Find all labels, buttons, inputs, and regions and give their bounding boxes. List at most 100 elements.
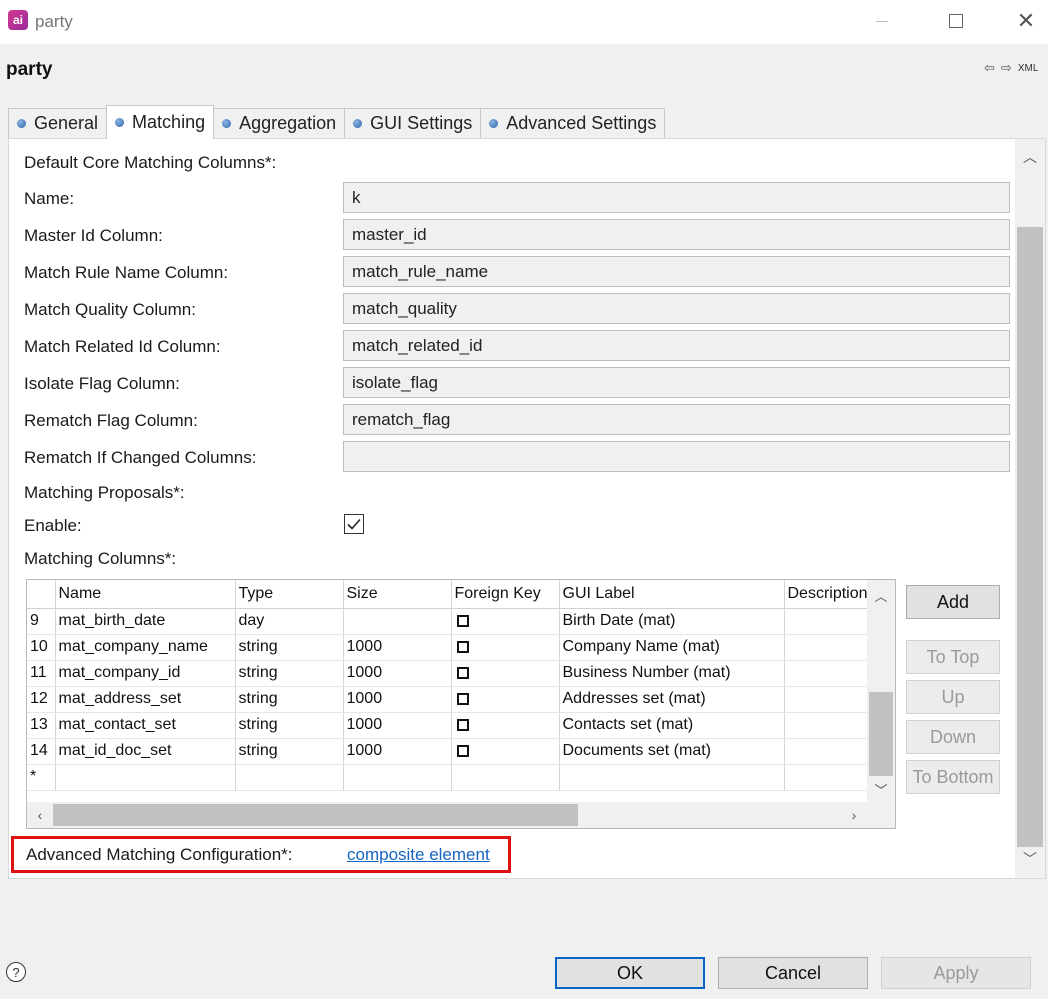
- foreign-key-checkbox[interactable]: [456, 744, 469, 757]
- maximize-button[interactable]: [936, 8, 976, 34]
- panel-vscroll-thumb[interactable]: [1017, 227, 1043, 847]
- cell-foreign-key[interactable]: [451, 764, 560, 791]
- rematch-flag-label: Rematch Flag Column:: [24, 411, 198, 430]
- cell-type[interactable]: string: [235, 712, 344, 739]
- cell-type[interactable]: day: [235, 608, 344, 635]
- cell-gui-label[interactable]: Business Number (mat): [559, 660, 785, 687]
- isolate-flag-field[interactable]: isolate_flag: [343, 367, 1010, 398]
- cell-gui-label[interactable]: Contacts set (mat): [559, 712, 785, 739]
- chevron-up-icon[interactable]: ︿: [1015, 142, 1045, 172]
- match-quality-field[interactable]: match_quality: [343, 293, 1010, 324]
- cell-size[interactable]: 1000: [343, 686, 452, 713]
- table-vertical-scrollbar[interactable]: ︿ ﹀: [867, 580, 895, 802]
- table-hscroll-thumb[interactable]: [53, 804, 578, 826]
- table-row[interactable]: 11 mat_company_id string 1000 Business N…: [27, 660, 895, 687]
- tab-aggregation[interactable]: Aggregation: [213, 108, 346, 138]
- panel-vertical-scrollbar[interactable]: ︿ ﹀: [1015, 139, 1045, 878]
- table-row[interactable]: 10 mat_company_name string 1000 Company …: [27, 634, 895, 661]
- new-row[interactable]: *: [27, 764, 895, 791]
- enable-checkbox[interactable]: [344, 514, 364, 534]
- chevron-down-icon[interactable]: ﹀: [1015, 844, 1045, 874]
- cell-gui-label[interactable]: Birth Date (mat): [559, 608, 785, 635]
- cell-type[interactable]: [235, 764, 344, 791]
- rematch-flag-field[interactable]: rematch_flag: [343, 404, 1010, 435]
- cell-foreign-key[interactable]: [451, 634, 560, 661]
- arrow-left-icon[interactable]: ⇦: [984, 60, 995, 76]
- cell-type[interactable]: string: [235, 634, 344, 661]
- table-row[interactable]: 12 mat_address_set string 1000 Addresses…: [27, 686, 895, 713]
- apply-button[interactable]: Apply: [881, 957, 1031, 989]
- cell-name[interactable]: mat_company_name: [55, 634, 236, 661]
- match-related-id-field[interactable]: match_related_id: [343, 330, 1010, 361]
- add-button[interactable]: Add: [906, 585, 1000, 619]
- composite-element-link[interactable]: composite element: [347, 845, 490, 865]
- cell-gui-label[interactable]: Documents set (mat): [559, 738, 785, 765]
- tab-advanced-settings[interactable]: Advanced Settings: [480, 108, 666, 138]
- chevron-down-icon[interactable]: ﹀: [867, 776, 895, 802]
- rematch-if-changed-label: Rematch If Changed Columns:: [24, 448, 257, 467]
- cell-size[interactable]: 1000: [343, 634, 452, 661]
- table-horizontal-scrollbar[interactable]: ‹ ›: [27, 802, 895, 828]
- cell-size[interactable]: [343, 608, 452, 635]
- cell-gui-label[interactable]: Company Name (mat): [559, 634, 785, 661]
- cell-size[interactable]: 1000: [343, 712, 452, 739]
- foreign-key-checkbox[interactable]: [456, 666, 469, 679]
- foreign-key-checkbox[interactable]: [456, 614, 469, 627]
- xml-view-button[interactable]: XML: [1018, 63, 1039, 74]
- cell-size[interactable]: 1000: [343, 660, 452, 687]
- table-row[interactable]: 13 mat_contact_set string 1000 Contacts …: [27, 712, 895, 739]
- col-header-name[interactable]: Name: [55, 580, 236, 609]
- table-row[interactable]: 9 mat_birth_date day Birth Date (mat): [27, 608, 895, 635]
- minimize-button[interactable]: [862, 8, 902, 34]
- up-button[interactable]: Up: [906, 680, 1000, 714]
- cell-name[interactable]: mat_contact_set: [55, 712, 236, 739]
- cell-name[interactable]: mat_birth_date: [55, 608, 236, 635]
- cell-size[interactable]: 1000: [343, 738, 452, 765]
- cell-gui-label[interactable]: Addresses set (mat): [559, 686, 785, 713]
- chevron-left-icon[interactable]: ‹: [27, 802, 53, 828]
- col-header-type[interactable]: Type: [235, 580, 344, 609]
- cell-foreign-key[interactable]: [451, 686, 560, 713]
- cell-name[interactable]: [55, 764, 236, 791]
- arrow-right-icon[interactable]: ⇨: [1001, 60, 1012, 76]
- cell-gui-label[interactable]: [559, 764, 785, 791]
- cell-type[interactable]: string: [235, 660, 344, 687]
- ok-button[interactable]: OK: [555, 957, 705, 989]
- rematch-if-changed-field[interactable]: [343, 441, 1010, 472]
- tab-dot-icon: [353, 119, 363, 128]
- cell-size[interactable]: [343, 764, 452, 791]
- tab-matching[interactable]: Matching: [106, 105, 215, 139]
- cell-foreign-key[interactable]: [451, 738, 560, 765]
- tab-general[interactable]: General: [8, 108, 108, 138]
- close-button[interactable]: ✕: [1006, 8, 1046, 34]
- chevron-up-icon[interactable]: ︿: [867, 582, 895, 608]
- cell-foreign-key[interactable]: [451, 712, 560, 739]
- cell-name[interactable]: mat_address_set: [55, 686, 236, 713]
- cell-type[interactable]: string: [235, 738, 344, 765]
- master-id-field[interactable]: master_id: [343, 219, 1010, 250]
- chevron-right-icon[interactable]: ›: [841, 802, 867, 828]
- table-row[interactable]: 14 mat_id_doc_set string 1000 Documents …: [27, 738, 895, 765]
- advanced-matching-label: Advanced Matching Configuration*:: [26, 845, 293, 864]
- to-bottom-button[interactable]: To Bottom: [906, 760, 1000, 794]
- cell-foreign-key[interactable]: [451, 608, 560, 635]
- cell-type[interactable]: string: [235, 686, 344, 713]
- col-header-size[interactable]: Size: [343, 580, 452, 609]
- table-vscroll-thumb[interactable]: [869, 692, 893, 776]
- cell-name[interactable]: mat_id_doc_set: [55, 738, 236, 765]
- cell-foreign-key[interactable]: [451, 660, 560, 687]
- tab-gui-settings[interactable]: GUI Settings: [344, 108, 482, 138]
- foreign-key-checkbox[interactable]: [456, 640, 469, 653]
- match-rule-name-field[interactable]: match_rule_name: [343, 256, 1010, 287]
- name-field[interactable]: k: [343, 182, 1010, 213]
- col-header-foreign-key[interactable]: Foreign Key: [451, 580, 560, 609]
- cell-name[interactable]: mat_company_id: [55, 660, 236, 687]
- col-header-index[interactable]: [27, 580, 56, 609]
- foreign-key-checkbox[interactable]: [456, 692, 469, 705]
- down-button[interactable]: Down: [906, 720, 1000, 754]
- col-header-gui-label[interactable]: GUI Label: [559, 580, 785, 609]
- help-icon[interactable]: ?: [6, 962, 26, 982]
- cancel-button[interactable]: Cancel: [718, 957, 868, 989]
- to-top-button[interactable]: To Top: [906, 640, 1000, 674]
- foreign-key-checkbox[interactable]: [456, 718, 469, 731]
